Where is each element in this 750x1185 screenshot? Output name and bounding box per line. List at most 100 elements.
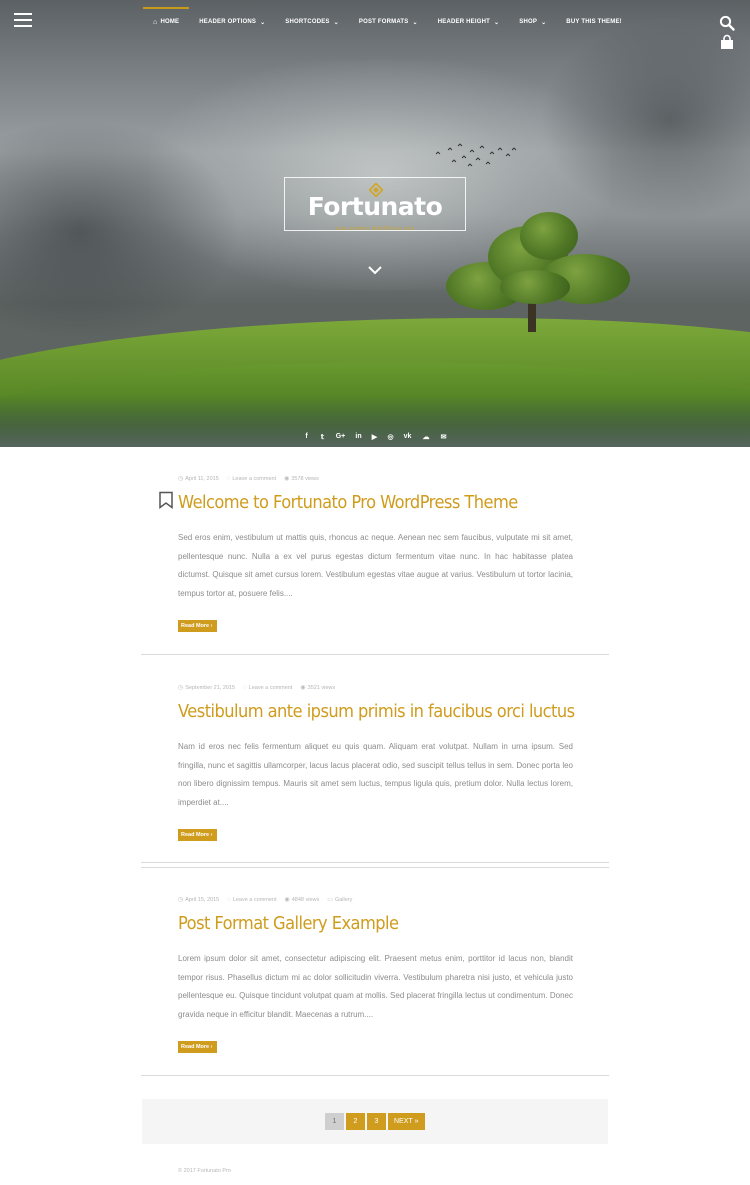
post-views: ◉ 3521 views <box>300 684 336 692</box>
comment-icon: ◌ <box>226 475 231 482</box>
shopping-bag-icon[interactable] <box>719 34 735 50</box>
linkedin-icon[interactable]: in <box>355 433 362 440</box>
nav-item-label: BUY THIS THEME! <box>566 19 622 25</box>
post-divider <box>141 654 609 655</box>
chevron-down-icon: ⌄ <box>541 19 547 26</box>
page-link[interactable]: 2 <box>346 1113 365 1130</box>
post-comments-link[interactable]: Leave a comment <box>233 897 277 903</box>
storm-cloud <box>0 120 240 340</box>
tree-crown <box>500 270 570 304</box>
nav-item-post-formats[interactable]: POST FORMATS ⌄ <box>349 8 428 36</box>
post-item: ◷ September 21, 2015 ◌ Leave a comment ◉ 35… <box>178 684 575 841</box>
post-meta: ◷ April 11, 2015 ◌ Leave a comment ◉ 3578 v… <box>178 475 573 483</box>
facebook-icon[interactable]: f <box>303 433 310 440</box>
folder-icon: ▭ <box>327 897 333 903</box>
vk-icon[interactable]: vk <box>403 433 412 440</box>
post-comments-link[interactable]: Leave a comment <box>249 685 293 691</box>
post-title[interactable]: Post Format Gallery Example <box>178 914 545 934</box>
clock-icon: ◷ <box>178 897 184 903</box>
post-item: ◷ April 15, 2015 ◌ Leave a comment ◉ 4848 v… <box>178 896 573 1053</box>
read-more-button[interactable]: Read More › <box>178 829 217 841</box>
nav-item-label: SHOP <box>519 19 538 25</box>
google-plus-icon[interactable]: G+ <box>335 433 346 440</box>
post-views-text: 3578 views <box>291 475 319 482</box>
nav-item-label: POST FORMATS <box>358 19 409 25</box>
post-divider <box>141 1075 609 1076</box>
post-meta: ◷ April 15, 2015 ◌ Leave a comment ◉ 4848 v… <box>178 896 573 904</box>
post-divider <box>141 867 609 868</box>
eye-icon: ◉ <box>284 897 290 903</box>
nav-item-label: HEADER HEIGHT <box>437 19 491 25</box>
clock-icon: ◷ <box>178 476 184 482</box>
nav-item-label: HEADER OPTIONS <box>199 19 257 25</box>
post-views-text: 3521 views <box>307 684 336 691</box>
eye-icon: ◉ <box>300 685 306 691</box>
post-date-text[interactable]: September 21, 2015 <box>185 685 235 691</box>
page-link[interactable]: 3 <box>367 1113 386 1130</box>
search-icon[interactable] <box>719 15 735 31</box>
post-excerpt: Lorem ipsum dolor sit amet, consectetur … <box>178 954 573 1019</box>
post-date: ◷ April 15, 2015 <box>178 896 219 904</box>
post-date-text[interactable]: April 15, 2015 <box>185 897 219 903</box>
post-category: ▭ Gallery <box>327 896 352 904</box>
post-comments-link[interactable]: Leave a comment <box>232 476 276 482</box>
next-page-button[interactable]: NEXT » <box>388 1113 425 1130</box>
read-more-button[interactable]: Read More › <box>178 620 217 632</box>
post-date-text[interactable]: April 11, 2015 <box>185 476 219 482</box>
chevron-down-icon: ⌄ <box>260 19 266 26</box>
post-item: ◷ April 11, 2015 ◌ Leave a comment ◉ 3578 v… <box>178 475 573 632</box>
chevron-down-icon: ⌄ <box>412 19 418 26</box>
site-tagline: Just another WordPress site <box>335 226 415 232</box>
post-meta: ◷ September 21, 2015 ◌ Leave a comment ◉ 35… <box>178 684 573 692</box>
read-more-label: Read More <box>181 832 210 838</box>
post-comments: ◌ Leave a comment <box>243 685 292 691</box>
youtube-icon[interactable]: ▶ <box>371 433 378 441</box>
post-excerpt: Sed eros enim, vestibulum ut mattis quis… <box>178 533 573 598</box>
post-title[interactable]: Welcome to Fortunato Pro WordPress Theme <box>178 493 545 513</box>
chevron-down-icon: ⌄ <box>333 19 339 26</box>
birds-icon <box>435 143 517 167</box>
nav-item-shortcodes[interactable]: SHORTCODES ⌄ <box>275 8 349 36</box>
chevron-down-icon[interactable] <box>367 264 383 276</box>
post-date: ◷ April 11, 2015 <box>178 475 219 483</box>
main-nav: ⌂ HOME HEADER OPTIONS ⌄ SHORTCODES ⌄ POS… <box>143 7 632 36</box>
home-icon: ⌂ <box>153 18 158 26</box>
post-excerpt: Nam id eros nec felis fermentum aliquet … <box>178 742 573 807</box>
post-views: ◉ 4848 views <box>284 896 320 904</box>
read-more-button[interactable]: Read More › <box>178 1041 217 1053</box>
post-divider <box>141 862 609 863</box>
comment-icon: ◌ <box>227 896 231 903</box>
post-views-text: 4848 views <box>291 896 320 903</box>
nav-item-label: HOME <box>160 19 180 25</box>
comment-icon: ◌ <box>243 684 247 691</box>
instagram-icon[interactable]: ◎ <box>387 433 394 441</box>
site-title[interactable]: Fortunato <box>284 192 466 221</box>
twitter-icon[interactable]: 𝕥 <box>319 433 326 441</box>
read-more-label: Read More <box>181 623 210 629</box>
storm-cloud <box>540 20 750 220</box>
pagination: 1 2 3 NEXT » <box>325 1113 425 1130</box>
nav-item-home[interactable]: ⌂ HOME <box>143 7 190 36</box>
nav-item-buy-theme[interactable]: BUY THIS THEME! <box>556 8 632 36</box>
chevron-down-icon: ⌄ <box>494 19 500 26</box>
double-chevron-right-icon: » <box>414 1118 419 1125</box>
nav-item-header-height[interactable]: HEADER HEIGHT ⌄ <box>428 8 510 36</box>
post-comments: ◌ Leave a comment <box>227 897 276 903</box>
nav-item-shop[interactable]: SHOP ⌄ <box>509 8 556 36</box>
hamburger-menu-icon[interactable] <box>14 13 32 27</box>
next-page-label: NEXT <box>394 1118 413 1125</box>
eye-icon: ◉ <box>284 476 290 482</box>
nav-item-header-options[interactable]: HEADER OPTIONS ⌄ <box>189 8 275 36</box>
post-comments: ◌ Leave a comment <box>227 476 276 482</box>
page-link-current: 1 <box>325 1113 344 1130</box>
tree-crown <box>520 212 578 260</box>
read-more-label: Read More <box>181 1044 210 1050</box>
post-title[interactable]: Vestibulum ante ipsum primis in faucibus… <box>178 702 575 722</box>
soundcloud-icon[interactable]: ☁ <box>421 433 431 441</box>
post-views: ◉ 3578 views <box>284 475 319 483</box>
clock-icon: ◷ <box>178 685 184 691</box>
envelope-icon[interactable]: ✉ <box>440 433 447 441</box>
post-category-link[interactable]: Gallery <box>335 897 352 903</box>
social-links: f 𝕥 G+ in ▶ ◎ vk ☁ ✉ <box>0 426 750 447</box>
bookmark-icon <box>159 491 173 509</box>
